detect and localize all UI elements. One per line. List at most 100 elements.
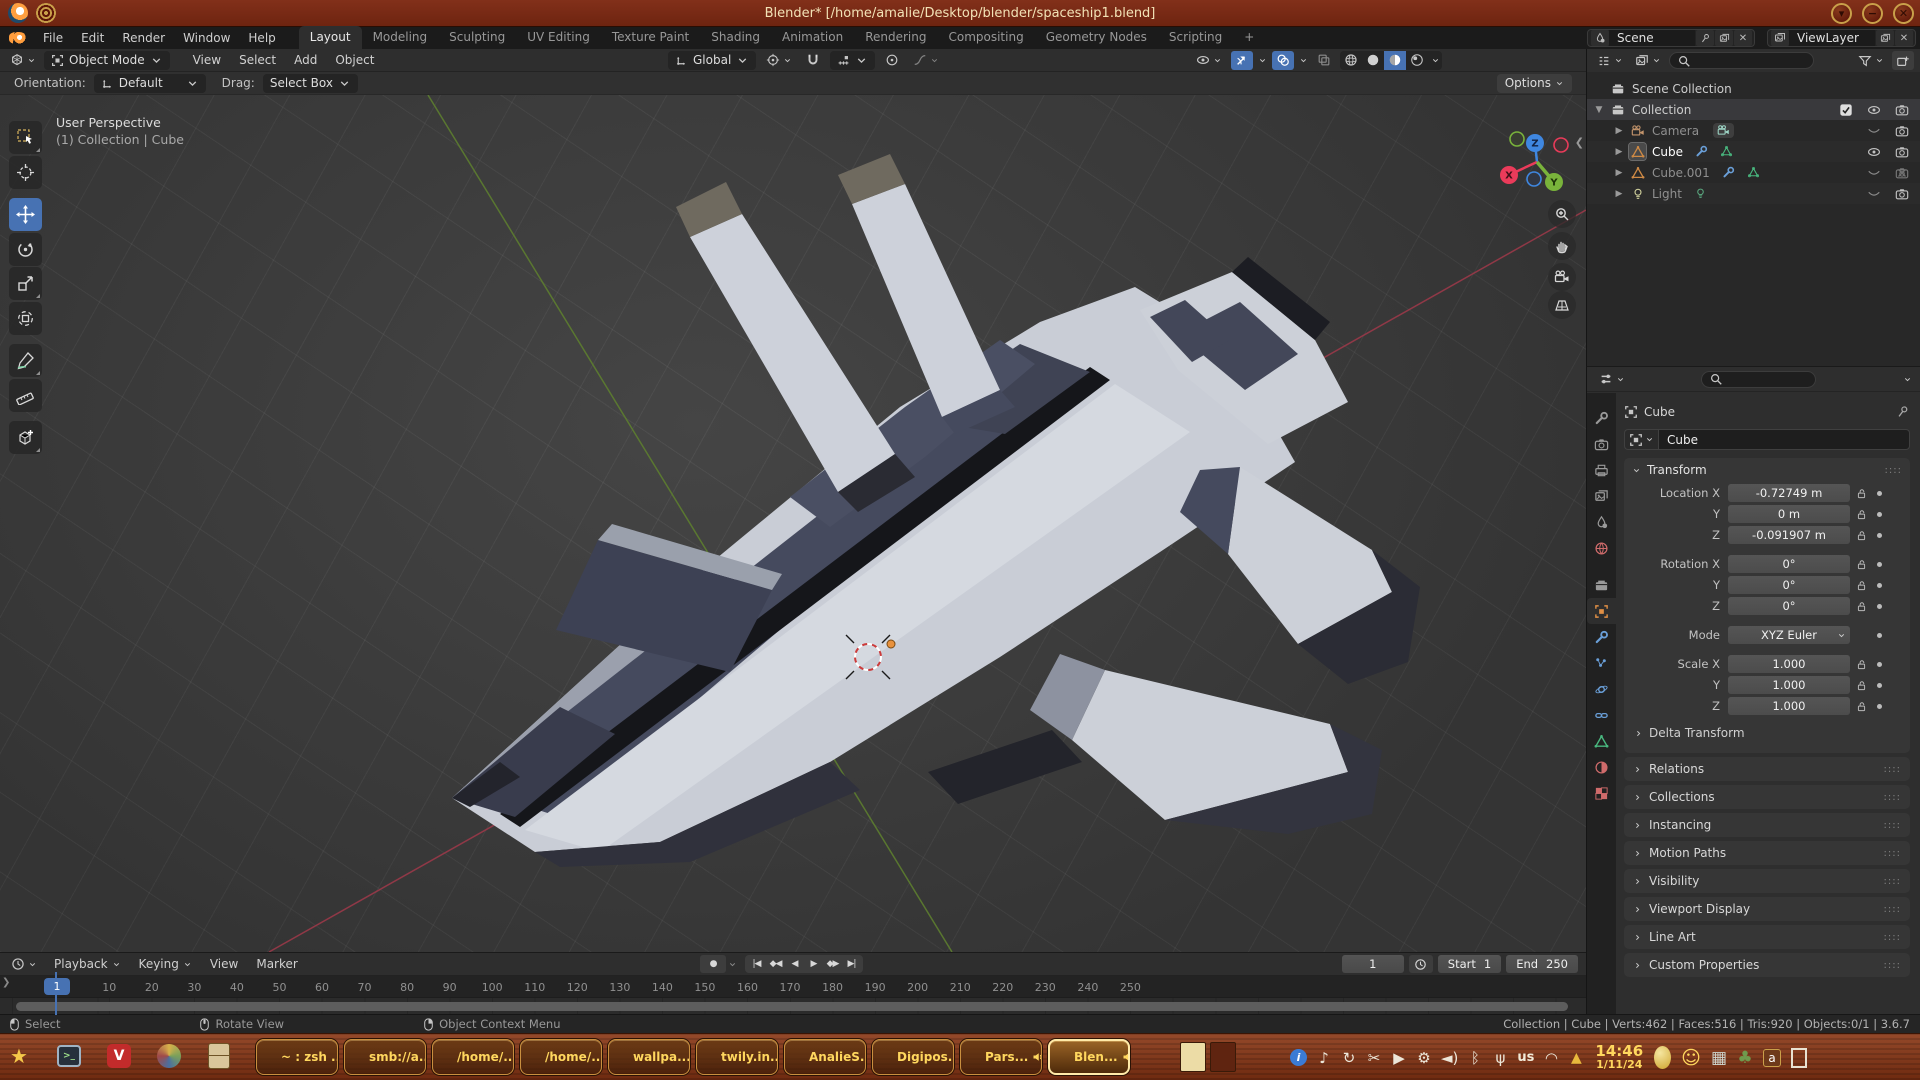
collection-checkbox[interactable] <box>1834 103 1858 117</box>
viewlayer[interactable] <box>1587 483 1616 509</box>
workspace-2-cell[interactable] <box>1210 1042 1236 1072</box>
collapsed-panel-header[interactable]: Visibility :::: <box>1624 869 1910 893</box>
volume-icon[interactable]: ◄) <box>1441 1049 1458 1067</box>
annotate-tool[interactable] <box>9 344 42 377</box>
zoom-view-button[interactable] <box>1548 200 1576 228</box>
overlays-toggle[interactable] <box>1272 51 1294 70</box>
render-visibility-icon[interactable] <box>1890 187 1914 201</box>
outliner-item-name[interactable]: Scene Collection <box>1632 82 1732 96</box>
timeline-menu-item[interactable]: Playback <box>45 954 130 974</box>
usb-icon[interactable]: ψ <box>1492 1049 1508 1067</box>
proportional-editing-toggle[interactable] <box>881 51 903 70</box>
workspace-tab[interactable]: Sculpting <box>438 26 516 49</box>
panel-grip[interactable]: :::: <box>1885 465 1902 476</box>
stopwatch-icon[interactable] <box>1409 955 1433 973</box>
transform-panel-header[interactable]: Transform :::: <box>1624 458 1910 482</box>
current-frame-field[interactable]: 1 <box>1342 955 1404 973</box>
lock-icon[interactable] <box>1850 659 1872 670</box>
prev-frame-button[interactable]: ◀ <box>785 955 804 973</box>
wifi-icon[interactable]: ◠ <box>1543 1049 1559 1067</box>
render-visibility-off-icon[interactable] <box>1890 166 1914 180</box>
menu-item[interactable]: Render <box>113 28 174 48</box>
constraints[interactable] <box>1587 702 1616 728</box>
task-home-1[interactable]: /home/... <box>432 1039 514 1075</box>
sync-icon[interactable]: ↻ <box>1341 1049 1357 1067</box>
hide-eye-closed-icon[interactable] <box>1862 124 1886 138</box>
plant-icon[interactable]: ♣ <box>1737 1048 1753 1068</box>
camera-data-badge[interactable] <box>1713 123 1734 138</box>
timeline-scrollbar[interactable] <box>16 1002 1568 1011</box>
outliner-search[interactable] <box>1669 52 1814 69</box>
task-smb[interactable]: smb://a... <box>344 1039 426 1075</box>
material[interactable] <box>1587 754 1616 780</box>
tool[interactable] <box>1587 405 1616 431</box>
toggle-ortho-button[interactable] <box>1548 291 1576 319</box>
add-cube-tool[interactable] <box>9 421 42 454</box>
transform-value-field[interactable]: 1.000 <box>1728 676 1850 694</box>
menu-star-icon[interactable]: ★ <box>6 1042 32 1070</box>
show-object-types-dropdown[interactable] <box>1192 51 1226 69</box>
task-blender[interactable]: Blen... <box>1048 1039 1130 1075</box>
warning-icon[interactable]: ▲ <box>1568 1050 1584 1066</box>
workspace-tab[interactable]: + <box>1233 26 1265 49</box>
menu-item[interactable]: File <box>34 28 72 48</box>
minimize-window-button[interactable]: − <box>1862 3 1883 24</box>
workspace-tab[interactable]: Rendering <box>854 26 937 49</box>
start-frame-field[interactable]: Start 1 <box>1438 955 1501 973</box>
outliner-row[interactable]: ▶ Camera <box>1587 120 1920 141</box>
pan-view-button[interactable] <box>1548 232 1576 260</box>
pivot-point-dropdown[interactable] <box>762 51 796 69</box>
properties-options-icon[interactable] <box>1903 375 1912 384</box>
hide-eye-closed-icon[interactable] <box>1862 187 1886 201</box>
lock-icon[interactable] <box>1850 580 1872 591</box>
hide-eye-open-icon[interactable] <box>1862 145 1886 159</box>
output[interactable] <box>1587 457 1616 483</box>
disclosure-closed-icon[interactable]: ▶ <box>1613 168 1625 178</box>
gizmos-dropdown-icon[interactable] <box>1258 56 1267 65</box>
terminal-launcher-icon[interactable]: >_ <box>56 1042 82 1070</box>
play-button[interactable]: ▶ <box>804 955 823 973</box>
timeline-ruler[interactable]: 1020304050607080901001101201301401501601… <box>0 976 1586 998</box>
files-launcher-icon[interactable] <box>206 1042 232 1070</box>
amazon-icon[interactable]: a <box>1763 1049 1781 1067</box>
globe-launcher-icon[interactable] <box>156 1042 182 1070</box>
info-icon[interactable]: i <box>1290 1049 1307 1066</box>
modifiers[interactable] <box>1587 624 1616 650</box>
lock-icon[interactable] <box>1850 488 1872 499</box>
hide-eye-open-icon[interactable] <box>1862 103 1886 117</box>
transform-value-field[interactable]: 0 m <box>1728 505 1850 523</box>
music-icon[interactable]: ♪ <box>1316 1049 1332 1067</box>
snap-toggle[interactable] <box>802 51 824 70</box>
collapsed-panel-header[interactable]: Line Art :::: <box>1624 925 1910 949</box>
workspace-tab[interactable]: Compositing <box>937 26 1034 49</box>
task-wallpaper[interactable]: wallpa... <box>608 1039 690 1075</box>
lock-icon[interactable] <box>1850 701 1872 712</box>
outliner-filter-image-dropdown[interactable] <box>1631 52 1665 70</box>
shading-dropdown-icon[interactable] <box>1428 51 1442 70</box>
collection[interactable] <box>1587 572 1616 598</box>
shading-wireframe-button[interactable] <box>1340 51 1362 70</box>
animate-dot[interactable] <box>1872 704 1886 709</box>
task-pars[interactable]: Pars... <box>960 1039 1042 1075</box>
outliner-item-name[interactable]: Cube.001 <box>1652 166 1710 180</box>
blender-logo-icon[interactable] <box>9 32 26 44</box>
timeline-menu-item[interactable]: View <box>201 954 247 974</box>
texture[interactable] <box>1587 780 1616 806</box>
calculator-icon[interactable]: ▦ <box>1711 1048 1727 1068</box>
overlays-dropdown-icon[interactable] <box>1299 56 1308 65</box>
measure-tool[interactable] <box>9 379 42 412</box>
lamp-icon[interactable] <box>1654 1046 1671 1069</box>
new-collection-button[interactable] <box>1892 51 1914 70</box>
render-visibility-icon[interactable] <box>1890 145 1914 159</box>
prev-keyframe-button[interactable]: ◆◀ <box>766 955 785 973</box>
jump-end-button[interactable]: ▶| <box>842 955 861 973</box>
disclosure-closed-icon[interactable]: ▶ <box>1613 126 1625 136</box>
workspace-tab[interactable]: Modeling <box>362 26 439 49</box>
menu-item[interactable]: Edit <box>72 28 113 48</box>
camera-view-button[interactable] <box>1548 263 1576 291</box>
scene-name[interactable]: Scene <box>1609 30 1695 46</box>
modifier-wrench-icon[interactable] <box>1695 145 1708 158</box>
settings-icon[interactable]: ⚙ <box>1416 1049 1432 1067</box>
animate-dot[interactable] <box>1872 662 1886 667</box>
animate-dot[interactable] <box>1872 633 1886 638</box>
